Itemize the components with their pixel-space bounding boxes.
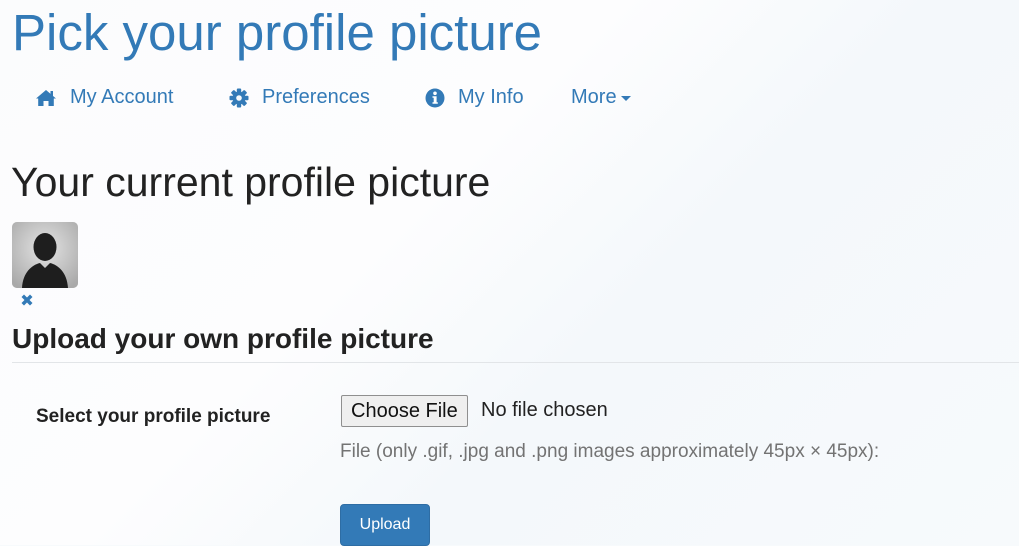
file-help-text: File (only .gif, .jpg and .png images ap… xyxy=(340,441,880,462)
gear-icon xyxy=(229,88,249,107)
choose-file-button[interactable]: Choose File xyxy=(341,395,468,427)
upload-button[interactable]: Upload xyxy=(340,504,430,546)
nav-item-label: My Account xyxy=(70,86,174,108)
nav-item-label: More xyxy=(571,86,617,108)
section-divider xyxy=(12,362,1019,363)
current-avatar xyxy=(12,222,78,288)
current-picture-heading: Your current profile picture xyxy=(11,159,491,205)
nav-item-my-info[interactable]: My Info xyxy=(425,86,524,109)
file-status-text: No file chosen xyxy=(481,399,608,421)
caret-down-icon xyxy=(620,96,631,101)
nav-item-my-account[interactable]: My Account xyxy=(35,86,173,109)
user-silhouette-icon xyxy=(12,222,78,288)
nav-item-preferences[interactable]: Preferences xyxy=(229,86,370,109)
profile-picture-field-label: Select your profile picture xyxy=(36,406,271,427)
info-circle-icon xyxy=(425,88,445,107)
page-background xyxy=(0,0,1019,545)
nav-item-more-dropdown[interactable]: More xyxy=(571,86,631,109)
home-icon xyxy=(36,89,56,106)
upload-heading: Upload your own profile picture xyxy=(12,323,434,354)
nav-item-label: Preferences xyxy=(262,86,370,108)
close-icon[interactable] xyxy=(19,292,35,308)
page-title: Pick your profile picture xyxy=(12,4,543,61)
nav-item-label: My Info xyxy=(458,86,524,108)
